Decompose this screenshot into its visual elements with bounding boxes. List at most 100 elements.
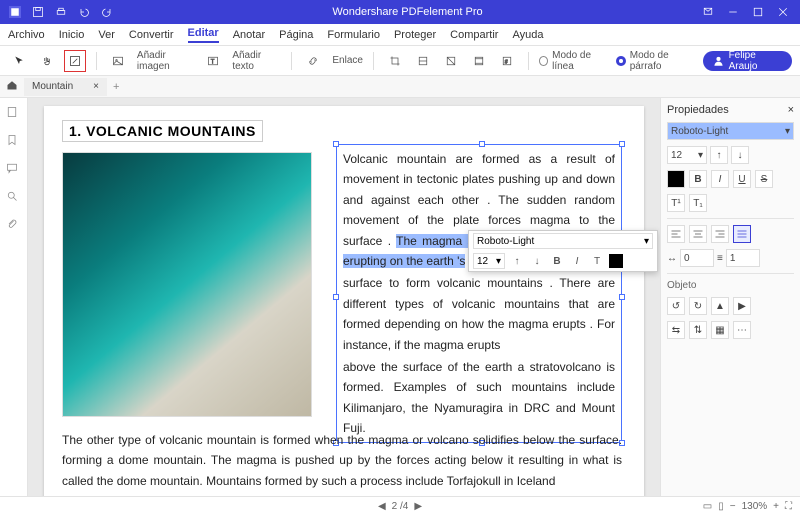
align-obj-icon[interactable]: ▦	[711, 321, 729, 339]
page-prev-icon[interactable]: ◀	[378, 501, 386, 512]
document-tab[interactable]: Mountain ×	[24, 78, 107, 96]
zoom-out-icon[interactable]: −	[730, 501, 736, 512]
comments-icon[interactable]	[6, 162, 22, 178]
menu-archivo[interactable]: Archivo	[8, 29, 45, 41]
float-size-up-icon[interactable]: ↑	[509, 253, 525, 269]
menu-anotar[interactable]: Anotar	[233, 29, 265, 41]
zoom-in-icon[interactable]: +	[773, 501, 779, 512]
float-size-select[interactable]: 12▾	[473, 253, 505, 269]
separator	[373, 52, 374, 70]
float-font-select[interactable]: Roboto-Light▾	[473, 233, 653, 249]
mode-line[interactable]: Modo de línea	[539, 50, 610, 72]
menu-proteger[interactable]: Proteger	[394, 29, 436, 41]
svg-text:#: #	[505, 59, 508, 65]
rotate-cw-icon[interactable]: ↻	[689, 297, 707, 315]
hand-tool-icon[interactable]	[36, 50, 58, 72]
link-icon[interactable]	[302, 50, 324, 72]
menu-pagina[interactable]: Página	[279, 29, 313, 41]
attachments-icon[interactable]	[6, 218, 22, 234]
minimize-icon[interactable]	[722, 3, 744, 21]
prop-size-up-icon[interactable]: ↑	[710, 146, 728, 164]
distribute-v-icon[interactable]: ⇅	[689, 321, 707, 339]
page-next-icon[interactable]: ▶	[414, 501, 422, 512]
prop-superscript-icon[interactable]: T¹	[667, 194, 685, 212]
menu-formulario[interactable]: Formulario	[327, 29, 380, 41]
prop-color-swatch[interactable]	[667, 170, 685, 188]
print-icon[interactable]	[52, 3, 70, 21]
prop-size-select[interactable]: 12▾	[667, 146, 707, 164]
redo-icon[interactable]	[98, 3, 116, 21]
bookmarks-icon[interactable]	[6, 134, 22, 150]
bates-icon[interactable]: #	[496, 50, 518, 72]
distribute-h-icon[interactable]: ⇆	[667, 321, 685, 339]
menu-convertir[interactable]: Convertir	[129, 29, 174, 41]
flip-v-icon[interactable]: ▲	[711, 297, 729, 315]
edit-tool-icon[interactable]	[64, 50, 86, 72]
mode-paragraph[interactable]: Modo de párrafo	[616, 50, 696, 72]
zoom-value[interactable]: 130%	[742, 501, 768, 512]
tab-close-icon[interactable]: ×	[93, 81, 99, 92]
selected-text-box[interactable]: Volcanic mountain are formed as a result…	[336, 144, 622, 443]
header-footer-icon[interactable]	[468, 50, 490, 72]
divider	[667, 218, 794, 219]
prop-strike-icon[interactable]: S	[755, 170, 773, 188]
maximize-icon[interactable]	[747, 3, 769, 21]
float-bold-icon[interactable]: B	[549, 253, 565, 269]
link-label[interactable]: Enlace	[332, 55, 363, 66]
float-italic-icon[interactable]: I	[569, 253, 585, 269]
save-icon[interactable]	[29, 3, 47, 21]
align-justify-icon[interactable]	[733, 225, 751, 243]
mountain-image[interactable]	[62, 152, 312, 417]
new-tab-icon[interactable]: +	[113, 81, 119, 93]
float-color-swatch[interactable]	[609, 254, 623, 268]
undo-icon[interactable]	[75, 3, 93, 21]
menu-bar: Archivo Inicio Ver Convertir Editar Anot…	[0, 24, 800, 46]
home-icon[interactable]	[6, 79, 18, 94]
menu-ver[interactable]: Ver	[98, 29, 115, 41]
char-spacing-input[interactable]: 0	[680, 249, 714, 267]
prop-italic-icon[interactable]: I	[711, 170, 729, 188]
background-icon[interactable]	[440, 50, 462, 72]
flip-h-icon[interactable]: ▶	[733, 297, 751, 315]
add-text-label[interactable]: Añadir texto	[232, 50, 281, 72]
float-size-down-icon[interactable]: ↓	[529, 253, 545, 269]
align-left-icon[interactable]	[667, 225, 685, 243]
watermark-icon[interactable]	[412, 50, 434, 72]
prop-underline-icon[interactable]: U	[733, 170, 751, 188]
menu-compartir[interactable]: Compartir	[450, 29, 498, 41]
float-textcolor-icon[interactable]: T	[589, 253, 605, 269]
prop-subscript-icon[interactable]: T₁	[689, 194, 707, 212]
user-chip[interactable]: Felipe Araujo	[703, 51, 792, 71]
view-cont-icon[interactable]: ▯	[718, 501, 724, 512]
add-image-icon[interactable]	[107, 50, 129, 72]
search-icon[interactable]	[6, 190, 22, 206]
fullscreen-icon[interactable]: ⛶	[785, 501, 792, 512]
properties-panel: Propiedades× Roboto-Light▾ 12▾ ↑ ↓ B I U…	[660, 98, 800, 496]
rotate-ccw-icon[interactable]: ↺	[667, 297, 685, 315]
menu-editar[interactable]: Editar	[188, 27, 219, 43]
panel-close-icon[interactable]: ×	[788, 104, 794, 116]
add-image-label[interactable]: Añadir imagen	[137, 50, 196, 72]
heading[interactable]: 1. VOLCANIC MOUNTAINS	[62, 120, 263, 142]
align-center-icon[interactable]	[689, 225, 707, 243]
prop-bold-icon[interactable]: B	[689, 170, 707, 188]
page-current[interactable]: 2	[392, 501, 398, 512]
menu-inicio[interactable]: Inicio	[59, 29, 85, 41]
floating-format-toolbar[interactable]: Roboto-Light▾ 12▾ ↑ ↓ B I T	[468, 230, 658, 272]
thumbnails-icon[interactable]	[6, 106, 22, 122]
align-right-icon[interactable]	[711, 225, 729, 243]
crop-icon[interactable]	[384, 50, 406, 72]
menu-ayuda[interactable]: Ayuda	[512, 29, 543, 41]
view-single-icon[interactable]: ▭	[703, 501, 712, 512]
notify-icon[interactable]	[697, 3, 719, 21]
para-below[interactable]: The other type of volcanic mountain is f…	[62, 430, 622, 491]
canvas[interactable]: 1. VOLCANIC MOUNTAINS Volcanic mountain …	[28, 98, 660, 496]
prop-font-select[interactable]: Roboto-Light▾	[667, 122, 794, 140]
line-spacing-input[interactable]: 1	[726, 249, 760, 267]
prop-size-down-icon[interactable]: ↓	[731, 146, 749, 164]
close-icon[interactable]	[772, 3, 794, 21]
add-text-icon[interactable]: T	[202, 50, 224, 72]
more-obj-icon[interactable]: ⋯	[733, 321, 751, 339]
line-spacing-icon: ≡	[717, 253, 723, 264]
select-tool-icon[interactable]	[8, 50, 30, 72]
